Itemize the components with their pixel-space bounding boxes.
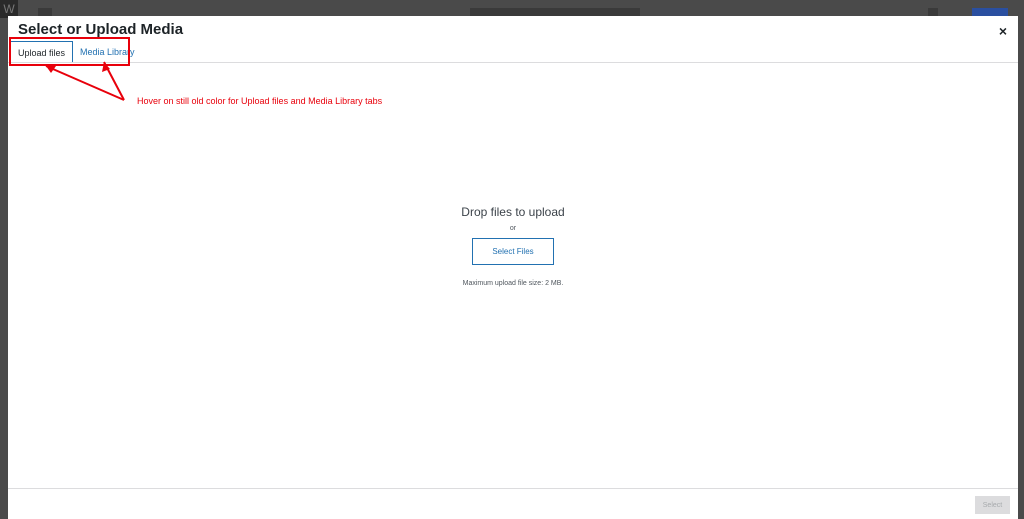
or-separator: or: [509, 225, 517, 232]
annotation-text: Hover on still old color for Upload file…: [137, 96, 383, 106]
annotation-highlight-box: [9, 37, 130, 66]
select-files-button[interactable]: Select Files: [472, 238, 554, 265]
footer-divider: [8, 488, 1018, 489]
drop-files-title: Drop files to upload: [461, 205, 565, 219]
backdrop-toolbar-block: [38, 8, 52, 16]
select-button[interactable]: Select: [975, 496, 1010, 514]
media-modal: Select or Upload Media × Upload files Me…: [8, 16, 1018, 519]
max-upload-size-text: Maximum upload file size: 2 MB.: [462, 280, 564, 287]
close-icon[interactable]: ×: [996, 24, 1010, 38]
backdrop-settings-block: [928, 8, 938, 16]
modal-title: Select or Upload Media: [18, 21, 184, 38]
tab-divider: [8, 62, 1018, 63]
backdrop-title-bar: [470, 8, 640, 16]
